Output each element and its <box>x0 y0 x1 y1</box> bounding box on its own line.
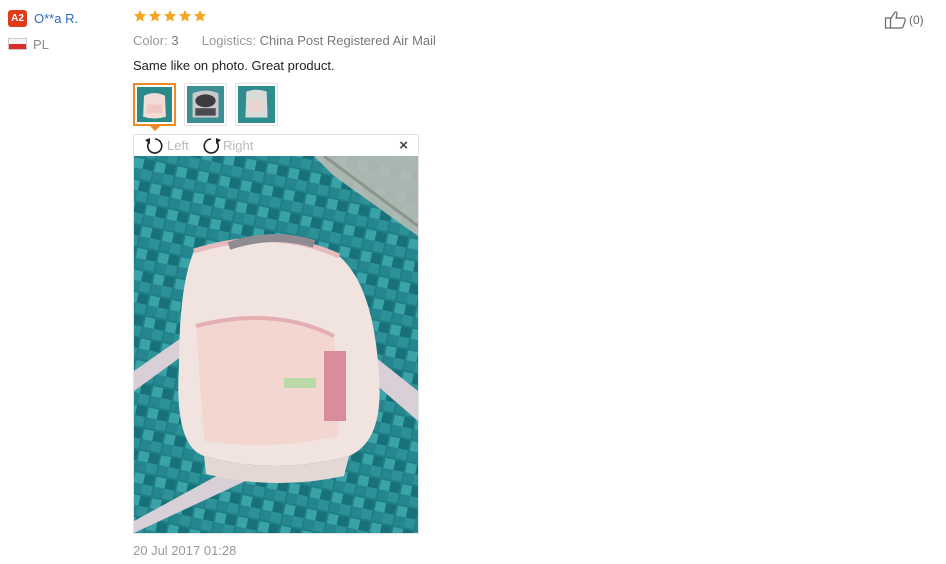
star-icon <box>193 9 207 22</box>
rotate-right-label: Right <box>223 138 254 153</box>
star-icon <box>163 9 177 22</box>
rotate-left-button[interactable]: Left <box>144 135 189 156</box>
backpack-side-thumbnail-image <box>238 86 275 123</box>
thumbnail-2[interactable] <box>184 83 227 126</box>
thumbs-up-icon <box>884 11 906 29</box>
review-meta: Color: 3 Logistics: China Post Registere… <box>133 32 436 49</box>
thumbnail-3[interactable] <box>235 83 278 126</box>
helpful-button[interactable]: (0) <box>884 10 924 30</box>
selected-thumbnail-pointer <box>148 124 162 131</box>
review-date: 20 Jul 2017 01:28 <box>133 543 237 558</box>
review-text: Same like on photo. Great product. <box>133 58 335 73</box>
thumbnail-strip <box>133 83 278 126</box>
color-value: 3 <box>171 33 179 48</box>
rotate-right-icon <box>203 137 221 154</box>
rotate-left-icon <box>145 137 163 154</box>
reviewer-name[interactable]: O**a R. <box>34 10 78 27</box>
rotate-left-label: Left <box>167 138 189 153</box>
logistics-value: China Post Registered Air Mail <box>259 33 436 48</box>
viewer-toolbar: Left Right × <box>134 135 418 156</box>
logistics-label: Logistics: <box>201 33 256 48</box>
poland-flag-icon <box>8 38 27 50</box>
review-photo <box>134 156 418 533</box>
helpful-count: (0) <box>909 13 924 27</box>
color-label: Color: <box>133 33 168 48</box>
backpack-interior-thumbnail-image <box>187 86 224 123</box>
close-viewer-button[interactable]: × <box>399 138 408 153</box>
star-icon <box>148 9 162 22</box>
backpack-thumbnail-image <box>137 87 172 122</box>
reviewer-country: PL <box>33 37 49 52</box>
star-icon <box>178 9 192 22</box>
star-rating <box>133 9 207 23</box>
rotate-right-button[interactable]: Right <box>200 135 253 156</box>
backpack-photo-image <box>134 156 418 533</box>
image-viewer: Left Right × <box>133 134 419 534</box>
star-icon <box>133 9 147 22</box>
thumbnail-1[interactable] <box>133 83 176 126</box>
reviewer-badge: A2 <box>8 10 27 27</box>
